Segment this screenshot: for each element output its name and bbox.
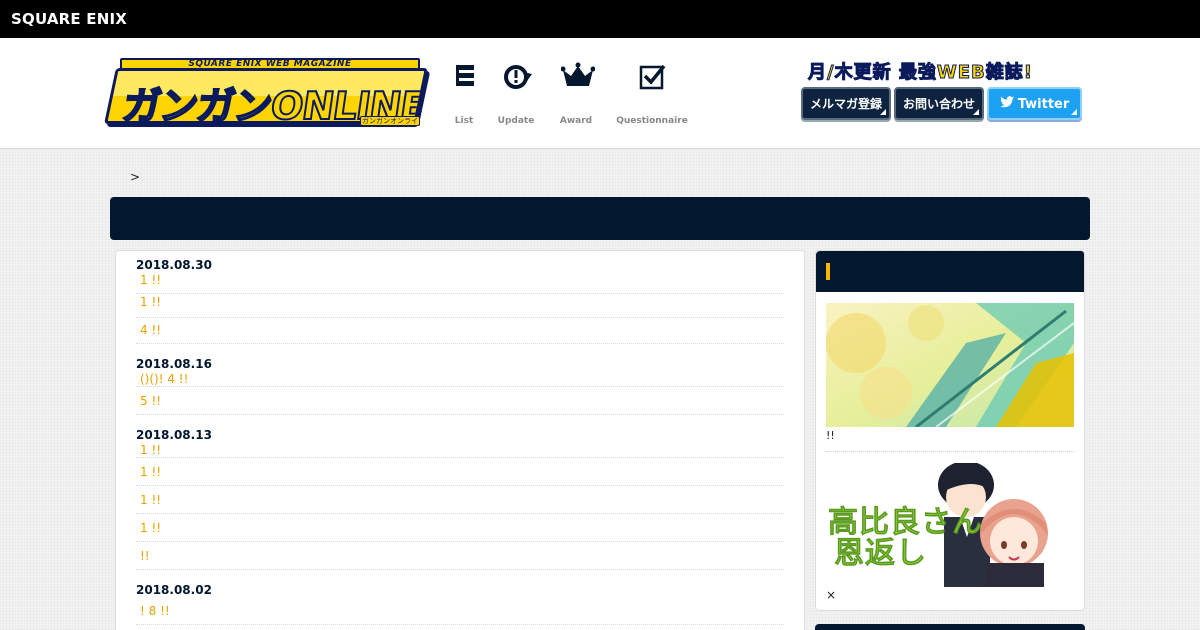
crown-icon [560, 62, 596, 92]
nav-update[interactable]: Update [496, 62, 536, 126]
nav-award-label: Award [559, 116, 593, 126]
twitter-bird-icon [999, 89, 1014, 120]
checkbox-icon [637, 62, 667, 92]
square-enix-logo[interactable]: SQUARE ENIX [11, 10, 127, 28]
takahira-banner-caption[interactable]: × [826, 588, 836, 602]
takahira-banner-title: 高比良さん 恩返し [828, 505, 983, 571]
banner-title-line2: 恩返し [834, 536, 927, 571]
nav-list-label: List [454, 116, 474, 126]
news-date: 2018.08.02 [136, 583, 212, 597]
news-item[interactable]: 4 !! [136, 322, 784, 344]
news-item[interactable]: ()()! 4 !! [136, 371, 784, 387]
news-item[interactable]: 1 !! [136, 272, 784, 294]
sidebar-heading [816, 251, 1084, 292]
news-item[interactable]: 1 !! [136, 520, 784, 542]
news-item[interactable]: 5 !! [136, 393, 784, 415]
breadcrumb[interactable]: > [130, 170, 140, 184]
top-bar: SQUARE ENIX [0, 0, 1200, 38]
site-header: SQUARE ENIX WEB MAGAZINE ガンガンONLINE ガンガン… [0, 38, 1200, 149]
nav-questionnaire[interactable]: Questionnaire [614, 62, 690, 126]
news-date: 2018.08.13 [136, 428, 212, 442]
nav-update-label: Update [497, 116, 535, 126]
nav-list[interactable]: List [448, 62, 480, 126]
news-item-text: 1 !! [140, 295, 162, 309]
sidebar-divider [826, 451, 1074, 452]
newsletter-button[interactable]: メルマガ登録 [801, 87, 891, 120]
contact-button[interactable]: お問い合わせ [894, 87, 984, 120]
twitter-button-label: Twitter [1017, 97, 1070, 112]
news-item[interactable]: ! 8 !! [136, 603, 784, 625]
nav-questionnaire-label: Questionnaire [616, 116, 688, 126]
list-icon [449, 62, 479, 92]
news-item[interactable]: !! [136, 548, 784, 570]
takahira-banner-image[interactable]: 高比良さん 恩返し [826, 463, 1074, 587]
gangan-online-logo[interactable]: SQUARE ENIX WEB MAGAZINE ガンガンONLINE ガンガン… [104, 58, 428, 126]
news-date: 2018.08.30 [136, 258, 212, 272]
feature-banner-caption[interactable]: !! [826, 429, 835, 442]
news-item[interactable]: 1 !! [136, 492, 784, 514]
sidebar: !! 高比良さん 恩返し × [815, 250, 1085, 611]
update-icon [501, 62, 532, 92]
logo-kana: ガンガンオンライン [360, 116, 420, 126]
banner-title-line1: 高比良さん [828, 505, 983, 540]
heading-marker [826, 263, 830, 280]
tagline: 月/木更新 最強WEB雑誌! [808, 62, 1033, 84]
nav-award[interactable]: Award [556, 62, 596, 126]
news-item[interactable]: 1 !! [136, 294, 784, 318]
news-date: 2018.08.16 [136, 357, 212, 371]
feature-banner-image[interactable] [826, 303, 1074, 427]
twitter-button[interactable]: Twitter [987, 87, 1082, 120]
sidebar-next-section [815, 624, 1085, 630]
news-item[interactable]: 1 !! [136, 442, 784, 458]
news-item[interactable]: 1 !! [136, 464, 784, 486]
page-title-bar [110, 197, 1090, 240]
news-list: 2018.08.30 1 !! 1 !! 4 !! 2018.08.16 ()(… [115, 250, 805, 630]
